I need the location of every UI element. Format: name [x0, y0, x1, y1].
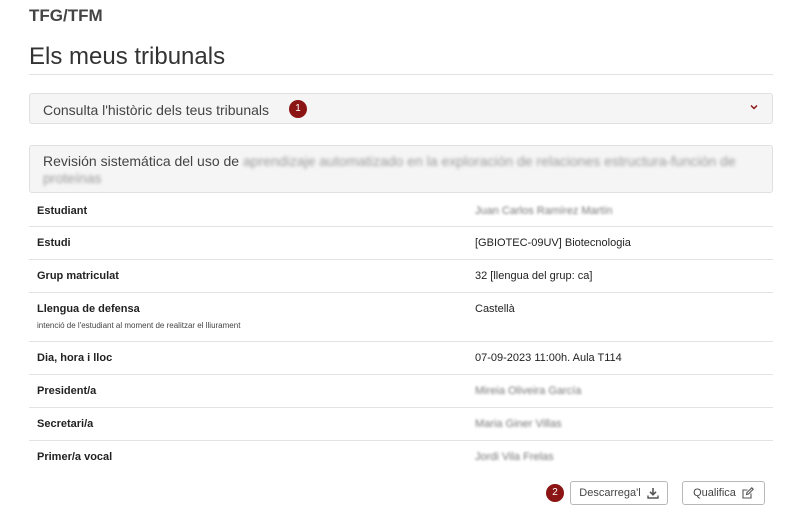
row-label: Grup matriculat [37, 270, 119, 282]
app-title: TFG/TFM [29, 6, 103, 25]
row-label: President/a [37, 385, 97, 397]
detail-row-llengua: Llengua de defensa intenció de l'estudia… [29, 293, 773, 342]
row-value: Jordi Vila Frelas [475, 451, 554, 463]
row-value: Juan Carlos Ramírez Martín [475, 205, 613, 217]
row-value: [GBIOTEC-09UV] Biotecnologia [475, 237, 631, 249]
row-label: Llengua de defensa [37, 303, 140, 315]
download-button[interactable]: Descarrega'l [570, 481, 668, 505]
step-badge-1: 1 [289, 100, 307, 118]
thesis-title-visible: Revisión sistemática del uso de [43, 153, 243, 169]
detail-row-estudi: Estudi [GBIOTEC-09UV] Biotecnologia [29, 227, 773, 260]
step-badge-2: 2 [546, 484, 564, 502]
row-label: Estudi [37, 237, 71, 249]
grade-button[interactable]: Qualifica [682, 481, 765, 505]
grade-label: Qualifica [693, 487, 736, 499]
thesis-title: Revisión sistemática del uso de aprendiz… [43, 153, 758, 187]
detail-row-grup: Grup matriculat 32 [llengua del grup: ca… [29, 260, 773, 293]
history-panel[interactable]: Consulta l'històric dels teus tribunals … [29, 93, 773, 124]
detail-table: Estudiant Juan Carlos Ramírez Martín Est… [29, 194, 773, 474]
row-value: Maria Giner Villas [475, 418, 562, 430]
row-value: 32 [llengua del grup: ca] [475, 270, 593, 282]
chevron-down-icon[interactable] [750, 103, 758, 111]
row-sublabel: intenció de l'estudiant al moment de rea… [37, 321, 241, 330]
row-label: Secretari/a [37, 418, 94, 430]
download-label: Descarrega'l [579, 487, 641, 499]
thesis-panel: Revisión sistemática del uso de aprendiz… [29, 145, 773, 193]
history-label: Consulta l'històric dels teus tribunals [43, 102, 270, 118]
row-value: Mireia Oliveira García [475, 385, 582, 397]
row-value: 07-09-2023 11:00h. Aula T114 [475, 352, 622, 364]
detail-row-estudiant: Estudiant Juan Carlos Ramírez Martín [29, 194, 773, 227]
edit-icon [742, 487, 754, 499]
title-divider [29, 74, 773, 75]
row-value: Castellà [475, 303, 515, 315]
page-title: Els meus tribunals [29, 43, 226, 70]
row-label: Dia, hora i lloc [37, 352, 113, 364]
download-icon [647, 488, 659, 499]
detail-row-vocal: Primer/a vocal Jordi Vila Frelas [29, 441, 773, 474]
row-label: Estudiant [37, 205, 88, 217]
row-label: Primer/a vocal [37, 451, 113, 463]
detail-row-president: President/a Mireia Oliveira García [29, 375, 773, 408]
detail-row-secretari: Secretari/a Maria Giner Villas [29, 408, 773, 441]
detail-row-dia: Dia, hora i lloc 07-09-2023 11:00h. Aula… [29, 342, 773, 375]
